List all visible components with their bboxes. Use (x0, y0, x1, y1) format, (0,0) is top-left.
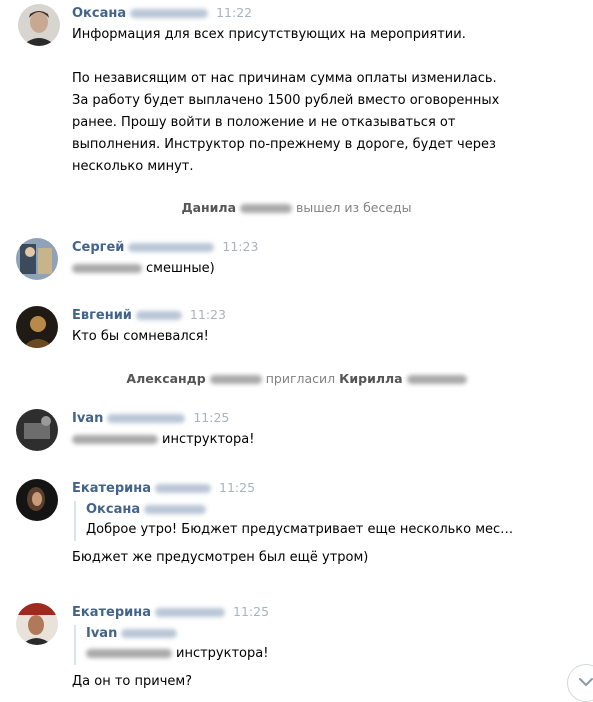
chevron-down-icon (579, 678, 593, 687)
timestamp[interactable]: 11:25 (219, 480, 255, 495)
quote-text: Доброе утро! Бюджет предусматривает еще … (86, 522, 514, 537)
avatar[interactable] (18, 4, 60, 46)
author-name[interactable]: Оксана (72, 6, 126, 21)
avatar[interactable] (16, 409, 58, 451)
timestamp[interactable]: 11:23 (190, 307, 226, 322)
service-user[interactable]: Данила (181, 200, 236, 215)
service-message-invite: Александр пригласил Кирилла (0, 370, 593, 388)
message-oksana: Оксана 11:22 Информация для всех присутст… (16, 4, 583, 180)
message-ekaterina-1: Екатерина 11:25 Оксана Доброе утро! Бюдже… (16, 479, 583, 579)
service-user[interactable]: Александр (126, 371, 205, 386)
timestamp[interactable]: 11:22 (216, 5, 252, 20)
message-text: смешные) (72, 258, 583, 280)
avatar[interactable] (16, 479, 58, 521)
service-action: пригласил (265, 371, 336, 386)
message-evgeny: Евгений 11:23 Кто бы сомневался! (16, 306, 583, 352)
service-action: вышел из беседы (296, 200, 412, 215)
message-text: Информация для всех присутствующих на ме… (72, 27, 500, 174)
message-text: Да он то причем? (72, 674, 193, 689)
forwarded-quote[interactable]: Ivan инструктора! (74, 625, 583, 665)
avatar[interactable] (16, 306, 58, 348)
timestamp[interactable]: 11:25 (193, 410, 229, 425)
forwarded-quote[interactable]: Оксана Доброе утро! Бюджет предусматрива… (74, 501, 583, 541)
service-target[interactable]: Кирилла (339, 371, 402, 386)
message-text: Кто бы сомневался! (72, 329, 209, 344)
avatar[interactable] (16, 238, 58, 280)
author-name[interactable]: Екатерина (72, 481, 151, 496)
avatar[interactable] (16, 603, 58, 645)
message-ivan: Ivan 11:25 инструктора! (16, 409, 583, 455)
author-name[interactable]: Евгений (72, 308, 132, 323)
author-name[interactable]: Екатерина (72, 605, 151, 620)
timestamp[interactable]: 11:23 (222, 239, 258, 254)
message-ekaterina-2: Екатерина 11:25 Ivan инструктора! Да он т… (16, 603, 583, 702)
quote-author[interactable]: Оксана (86, 502, 140, 517)
message-text: инструктора! (72, 429, 583, 451)
message-sergey: Сергей 11:23 смешные) (16, 238, 583, 284)
author-name[interactable]: Сергей (72, 240, 124, 255)
service-message-left: Данила вышел из беседы (0, 199, 593, 217)
message-text: Бюджет же предусмотрен был ещё утром) (72, 550, 369, 565)
quote-text: инструктора! (86, 643, 583, 665)
timestamp[interactable]: 11:25 (233, 604, 269, 619)
redacted-surname (130, 9, 209, 18)
quote-author[interactable]: Ivan (86, 626, 117, 641)
author-name[interactable]: Ivan (72, 411, 103, 426)
